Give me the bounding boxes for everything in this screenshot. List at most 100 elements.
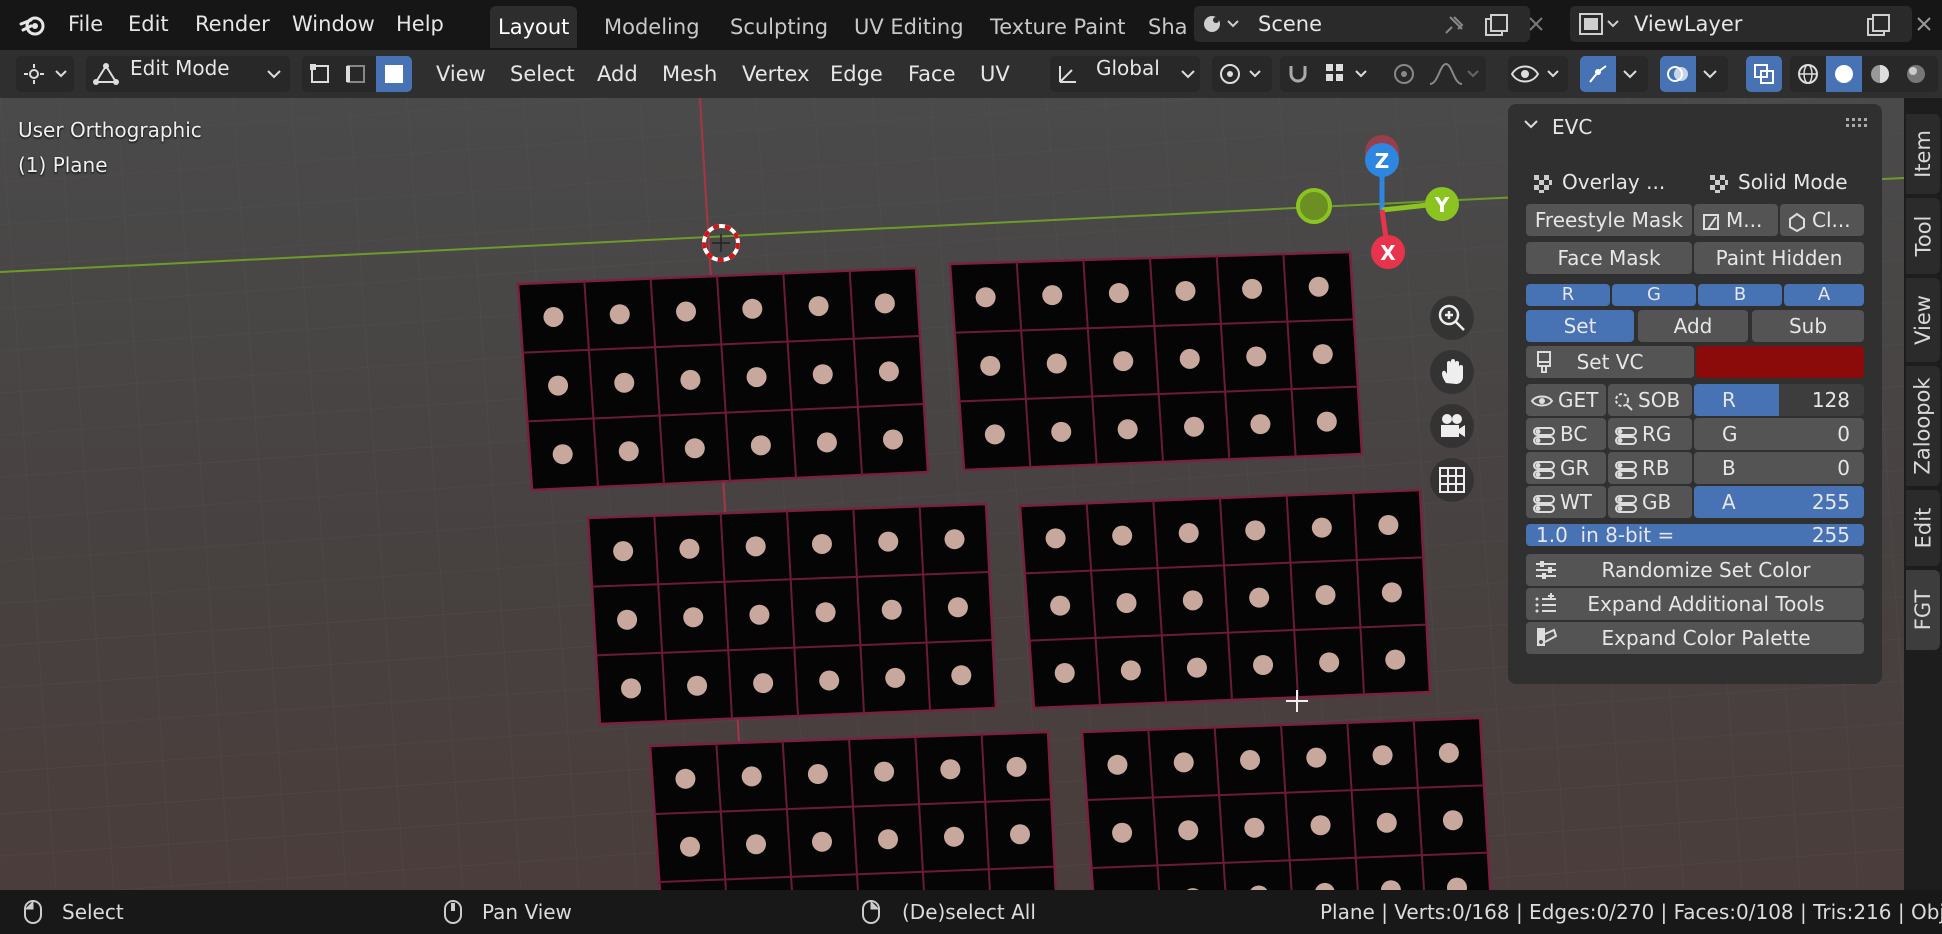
face-dot[interactable]: [1113, 351, 1134, 372]
gizmo-negative-y-icon[interactable]: [1294, 186, 1334, 226]
face-dot[interactable]: [1179, 348, 1200, 369]
sidebar-tab-tool[interactable]: Tool: [1906, 198, 1940, 274]
expand-additional-tools-button[interactable]: Expand Additional Tools: [1526, 588, 1864, 620]
delete-scene-icon[interactable]: [1522, 10, 1550, 38]
face-dot[interactable]: [675, 768, 696, 789]
face-dot[interactable]: [1319, 652, 1340, 673]
face-dot[interactable]: [1175, 280, 1196, 301]
menu-file[interactable]: File: [68, 0, 103, 50]
face-dot[interactable]: [1178, 820, 1199, 841]
tab-sculpting[interactable]: Sculpting: [722, 6, 836, 48]
face-dot[interactable]: [1117, 419, 1138, 440]
face-dot[interactable]: [980, 355, 1001, 376]
face-dot[interactable]: [1054, 663, 1075, 683]
face-dot[interactable]: [1249, 587, 1270, 608]
face-dot[interactable]: [878, 531, 899, 552]
overlay-toggle-button[interactable]: [1660, 56, 1696, 92]
menu-face[interactable]: Face: [908, 56, 956, 92]
sidebar-tab-zaloopok[interactable]: Zaloopok: [1906, 366, 1940, 486]
mode-set-button[interactable]: Set: [1526, 310, 1634, 342]
face-dot[interactable]: [975, 287, 996, 308]
face-dot[interactable]: [1112, 822, 1133, 843]
scene-name[interactable]: Scene: [1258, 6, 1322, 42]
conversion-field[interactable]: 1.0 in 8-bit = 255: [1526, 524, 1864, 546]
mode-selector[interactable]: Edit Mode: [86, 56, 290, 92]
face-dot[interactable]: [984, 424, 1005, 445]
tab-shading[interactable]: Sha: [1140, 6, 1192, 48]
face-dot[interactable]: [815, 602, 836, 623]
menu-vertex[interactable]: Vertex: [742, 56, 810, 92]
face-dot[interactable]: [683, 607, 704, 628]
face-dot[interactable]: [1050, 595, 1071, 616]
face-dot[interactable]: [617, 609, 638, 630]
face-dot[interactable]: [1312, 344, 1333, 365]
freestyle-mask-button[interactable]: Freestyle Mask: [1526, 204, 1692, 236]
face-dot[interactable]: [548, 375, 569, 396]
pivot-point-selector[interactable]: [1212, 56, 1272, 92]
set-vc-color-swatch[interactable]: [1696, 346, 1864, 378]
face-dot[interactable]: [1316, 411, 1337, 432]
face-dot[interactable]: [1311, 517, 1332, 538]
cl-button[interactable]: Cl...: [1780, 204, 1864, 236]
vertex-select-button[interactable]: [302, 56, 338, 92]
pin-icon[interactable]: [1442, 12, 1466, 48]
face-dot[interactable]: [543, 306, 564, 327]
drag-handle-icon[interactable]: [1846, 118, 1872, 130]
face-dot[interactable]: [684, 438, 705, 459]
face-dot[interactable]: [746, 367, 767, 388]
ortho-toggle-button[interactable]: [1430, 458, 1474, 502]
face-dot[interactable]: [874, 293, 895, 314]
menu-render[interactable]: Render: [195, 0, 270, 50]
face-dot[interactable]: [742, 298, 763, 319]
tab-modeling[interactable]: Modeling: [596, 6, 708, 48]
menu-help[interactable]: Help: [396, 0, 444, 50]
face-dot[interactable]: [808, 296, 829, 317]
channel-b-toggle[interactable]: B: [1698, 284, 1782, 306]
face-dot[interactable]: [1045, 528, 1066, 549]
face-dot[interactable]: [687, 675, 708, 696]
face-dot[interactable]: [944, 529, 965, 550]
face-dot[interactable]: [1010, 824, 1030, 845]
face-dot[interactable]: [1306, 747, 1327, 768]
face-dot[interactable]: [812, 364, 833, 385]
face-dot[interactable]: [944, 826, 964, 847]
face-dot[interactable]: [1250, 414, 1271, 435]
face-dot[interactable]: [1240, 750, 1261, 771]
proportional-edit-button[interactable]: [1386, 56, 1422, 92]
value-g-field[interactable]: G 0: [1694, 418, 1864, 450]
new-viewlayer-icon[interactable]: [1866, 12, 1892, 48]
face-dot[interactable]: [1042, 285, 1063, 306]
face-dot[interactable]: [613, 541, 634, 562]
menu-window[interactable]: Window: [292, 0, 375, 50]
panel-title[interactable]: EVC: [1552, 115, 1592, 139]
face-dot[interactable]: [749, 604, 770, 625]
face-dot[interactable]: [1378, 515, 1399, 535]
zoom-button[interactable]: [1430, 296, 1474, 340]
tab-uv-editing[interactable]: UV Editing: [846, 6, 972, 48]
swap-gb-button[interactable]: GB: [1608, 486, 1692, 518]
face-dot[interactable]: [951, 665, 972, 686]
face-dot[interactable]: [552, 444, 573, 465]
solid-mode-button[interactable]: Solid Mode: [1696, 166, 1864, 198]
sidebar-tab-view[interactable]: View: [1906, 278, 1940, 362]
scene-selector[interactable]: Scene: [1194, 6, 1530, 42]
face-dot[interactable]: [874, 761, 895, 782]
viewlayer-selector[interactable]: ViewLayer: [1570, 6, 1912, 42]
swap-gr-button[interactable]: GR: [1526, 452, 1606, 484]
face-dot[interactable]: [676, 301, 697, 322]
pan-button[interactable]: [1430, 350, 1474, 394]
face-dot[interactable]: [816, 432, 837, 453]
face-dot[interactable]: [1173, 752, 1194, 773]
face-dot[interactable]: [811, 533, 832, 554]
face-dot[interactable]: [947, 597, 968, 618]
face-dot[interactable]: [882, 429, 903, 450]
menu-add[interactable]: Add: [597, 56, 638, 92]
face-dot[interactable]: [885, 667, 906, 688]
face-dot[interactable]: [1245, 520, 1266, 541]
overlay-button[interactable]: Overlay ...: [1526, 166, 1690, 198]
face-dot[interactable]: [1107, 754, 1128, 775]
set-vc-button[interactable]: Set VC: [1526, 346, 1694, 378]
face-dot[interactable]: [1051, 421, 1072, 442]
face-dot[interactable]: [1442, 810, 1463, 831]
face-dot[interactable]: [1385, 649, 1406, 670]
